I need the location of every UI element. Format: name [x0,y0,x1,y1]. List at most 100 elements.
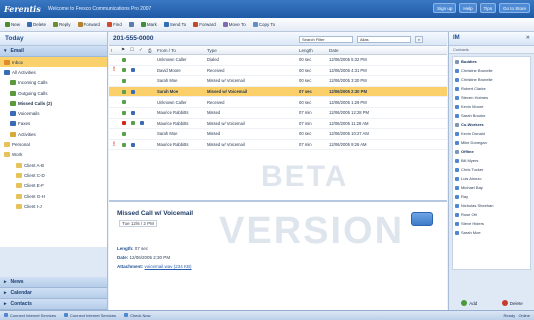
folder-item[interactable]: Client C-D [0,170,107,180]
watermark-line1: BETA [261,160,349,193]
contact-item[interactable]: Robert Clarke [453,84,530,93]
contact-item[interactable]: Steve Hiders [453,219,530,228]
contacts-add-button[interactable]: Add [461,300,477,306]
preview-date: Tue 12/6 / 2 PM [119,220,157,227]
folder-item[interactable]: Outgoing Calls [0,88,107,98]
folder-item[interactable]: All Activities [0,67,107,77]
cell-len: 00 sec [299,67,312,73]
title-link-1[interactable]: Help [459,3,477,13]
column-header[interactable]: ⚑ [119,47,128,53]
preview-action-button[interactable] [411,212,433,226]
search-filter-label[interactable]: Search Filter [299,36,353,43]
toolbar-button-3[interactable]: Forward [76,20,103,30]
toolbar-button-0[interactable]: New [3,20,22,30]
table-row[interactable]: ! David Moore Received 00 sec 12/06/2005 4:3… [109,66,447,77]
folder-item[interactable]: Client I-J [0,201,107,211]
folder-item[interactable]: Client G-H [0,191,107,201]
contact-item[interactable]: Mike Donegan [453,138,530,147]
cell-date: 12/06/2005 3:30 PM [329,78,367,84]
column-header[interactable]: ! [109,48,119,53]
table-row[interactable]: Sarah Moe Missed 00 sec 12/06/2005 10:27 AM [109,129,447,140]
column-header[interactable]: Type [205,48,297,53]
window-title: Welcome to Fresco Communications Pro 200… [48,6,152,12]
table-row[interactable]: ! Maurice Rabbitts Missed w/ Voicemail 07 m… [109,140,447,151]
status-item-1[interactable]: Connect Internet Services [64,313,116,318]
table-row[interactable]: Sarah Moe Missed w/ Voicemail 00 sec 12/06/… [109,76,447,87]
contact-item[interactable]: Luis Alonzo [453,174,530,183]
search-input[interactable]: Alias [357,36,411,43]
watermark-line2: VERSION [219,210,405,252]
contact-item[interactable]: Nicholas Sheehan [453,201,530,210]
attachment-link[interactable]: voicemail.wav (234 KB) [145,264,192,269]
toolbar-button-4[interactable]: Find [105,20,124,30]
folder-item[interactable]: Client E-F [0,181,107,191]
status-item-label: Check Now [130,313,151,318]
folder-item[interactable]: Missed Calls (2) [0,98,107,108]
contact-item[interactable]: Michael Bay [453,183,530,192]
toolbar-button-7[interactable]: Send To [162,20,188,30]
contact-item[interactable]: Christine Brunelle [453,75,530,84]
toolbar-label-6: Mark [146,22,157,27]
status-item-2[interactable]: Check Now [124,313,151,318]
contact-item[interactable]: Chris Tucker [453,165,530,174]
column-header[interactable]: ✓ [137,47,146,53]
folder-item[interactable]: Personal [0,139,107,149]
status-item-0[interactable]: Connect Internet Services [4,313,56,318]
contact-item[interactable]: Steven Holmes [453,93,530,102]
contact-item[interactable]: Sarah Brooke [453,111,530,120]
column-header[interactable]: From / To [155,48,205,53]
table-row[interactable]: Maurice Rabbitts Missed 07 min 12/06/2005 1… [109,108,447,119]
title-link-3[interactable]: Go to Store [498,3,530,13]
toolbar-button-2[interactable]: Reply [51,20,73,30]
cell-len: 00 sec [299,57,312,63]
toolbar-button-1[interactable]: Delete [25,20,48,30]
person-icon [455,212,459,217]
contact-group[interactable]: Co-Workers [453,120,530,129]
person-icon [455,95,459,100]
status-icon [121,142,126,147]
toolbar-label-8: Forward [199,22,216,27]
folder-item[interactable]: Activities [0,129,107,139]
table-row[interactable]: Unknown Caller Dialed 00 sec 12/06/2005 5:3… [109,55,447,66]
column-header[interactable]: Length [297,48,327,53]
column-header[interactable]: Date [327,48,447,53]
contacts-delete-button[interactable]: Delete [501,300,523,306]
forward2-icon [193,22,199,27]
column-headers: ! ⚑ ☐ ✓ ⎙ From / To Type Length Date [109,46,447,55]
contact-item[interactable]: Bill Myers [453,156,530,165]
column-header[interactable]: ⎙ [146,48,155,53]
column-header[interactable]: ☐ [128,47,137,53]
contact-item[interactable]: Sarah Moe [453,228,530,237]
contact-item[interactable]: Christine Brunelle [453,66,530,75]
section-news[interactable]: ▸ News [0,277,107,288]
toolbar-button-6[interactable]: Mark [139,20,159,30]
section-calendar[interactable]: ▸ Calendar [0,288,107,299]
toolbar-button-8[interactable]: Forward [191,20,218,30]
contact-group[interactable]: Offline [453,147,530,156]
folder-item[interactable]: Incoming Calls [0,78,107,88]
section-email[interactable]: ▾ Email [0,46,107,57]
contact-item[interactable]: Kevin Moore [453,102,530,111]
title-link-0[interactable]: Sign up [433,3,457,13]
toolbar-button-5[interactable] [127,20,136,30]
contact-group[interactable]: Buddies [453,57,530,66]
folder-item[interactable]: Client A-B [0,160,107,170]
section-contacts[interactable]: ▸ Contacts [0,299,107,310]
table-row[interactable]: Unknown Caller Received 00 sec 12/06/2005 1… [109,97,447,108]
folder-item[interactable]: Faxes [0,119,107,129]
folder-item[interactable]: Voicemails [0,108,107,118]
folder-item[interactable]: Inbox [0,57,107,68]
toolbar-button-9[interactable]: Move To [221,20,248,30]
search-icon[interactable]: ⌕ [415,36,423,43]
table-row[interactable]: Sarah Moe Missed w/ Voicemail 07 sec 12/06/… [109,86,447,98]
folder-item[interactable]: Work [0,150,107,160]
close-icon[interactable]: ✕ [526,35,530,41]
contact-item[interactable]: Kevin Donald [453,129,530,138]
contact-item[interactable]: Rose Ott [453,210,530,219]
toolbar-button-10[interactable]: Copy To [251,20,277,30]
title-link-2[interactable]: Tips [479,3,496,13]
contact-item[interactable]: Ray [453,192,530,201]
table-row[interactable]: Maurice Rabbitts Missed w/ Voicemail 07 mi… [109,119,447,130]
folder-icon [16,172,22,178]
delete-icon [501,300,508,306]
